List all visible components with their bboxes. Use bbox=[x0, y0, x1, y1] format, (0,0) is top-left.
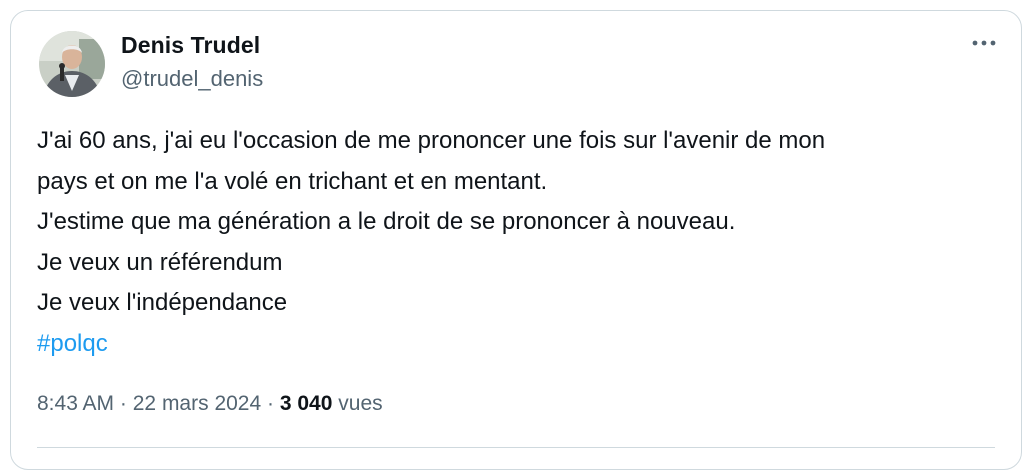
more-horizontal-icon bbox=[972, 40, 996, 46]
author-name[interactable]: Denis Trudel bbox=[121, 31, 260, 59]
tweet-line: Je veux un référendum bbox=[37, 248, 283, 276]
author-handle[interactable]: @trudel_denis bbox=[121, 65, 263, 93]
meta-separator: · bbox=[119, 392, 127, 415]
meta-separator: · bbox=[267, 392, 275, 415]
tweet-date[interactable]: 22 mars 2024 bbox=[133, 392, 261, 415]
avatar[interactable] bbox=[39, 31, 105, 97]
tweet-card: Denis Trudel @trudel_denis J'ai 60 ans, … bbox=[10, 10, 1022, 470]
tweet-line: Je veux l'indépendance bbox=[37, 289, 288, 316]
tweet-line: pays et on me l'a volé en trichant et en… bbox=[37, 167, 548, 195]
more-options-button[interactable] bbox=[969, 33, 999, 53]
views-count: 3 040 bbox=[279, 392, 333, 415]
divider bbox=[37, 447, 995, 448]
tweet-meta: 8:43 AM · 22 mars 2024 · 3 040 vues bbox=[37, 389, 383, 419]
tweet-text: J'ai 60 ans, j'ai eu l'occasion de me pr… bbox=[37, 121, 997, 364]
views-label: vues bbox=[338, 392, 383, 415]
tweet-line: J'estime que ma génération a le droit de… bbox=[37, 208, 736, 235]
hashtag-link[interactable]: #polqc bbox=[37, 324, 997, 365]
tweet-time[interactable]: 8:43 AM bbox=[37, 392, 114, 415]
tweet-line: J'ai 60 ans, j'ai eu l'occasion de me pr… bbox=[37, 127, 826, 154]
